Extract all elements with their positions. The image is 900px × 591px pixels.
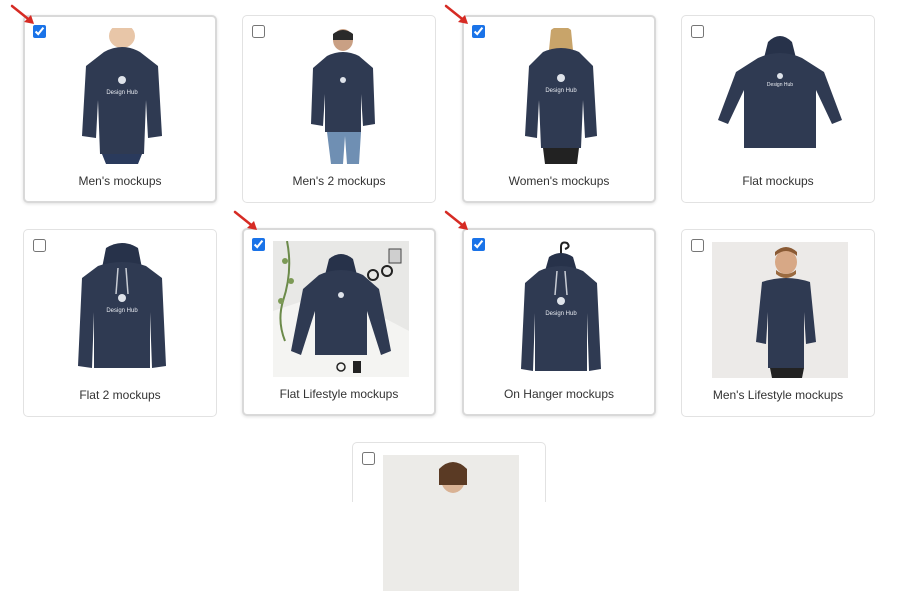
hoodie-model-male-pose-icon bbox=[273, 28, 409, 164]
hoodie-flat-lifestyle-icon bbox=[273, 241, 409, 377]
card-label: Women's mockups bbox=[508, 174, 610, 188]
flat-checkbox[interactable] bbox=[691, 25, 704, 38]
svg-text:Design Hub: Design Hub bbox=[545, 88, 577, 94]
mockup-card-flat-2[interactable]: Design Hub Flat 2 mockups bbox=[23, 229, 217, 417]
hoodie-model-male-icon: Design Hub bbox=[54, 28, 190, 164]
svg-text:Design Hub: Design Hub bbox=[106, 308, 138, 314]
card-label: Flat 2 mockups bbox=[79, 388, 161, 402]
mockup-card-on-hanger[interactable]: Design Hub On Hanger mockups bbox=[462, 228, 656, 416]
partial-checkbox[interactable] bbox=[362, 452, 375, 465]
hoodie-flat-arms-out-icon: Design Hub bbox=[712, 28, 848, 164]
hoodie-model-female-icon: Design Hub bbox=[493, 28, 629, 164]
hoodie-flat-icon: Design Hub bbox=[54, 242, 190, 378]
mockup-card-mens-2[interactable]: Men's 2 mockups bbox=[242, 15, 436, 203]
hoodie-model-partial-icon bbox=[383, 455, 519, 591]
on-hanger-checkbox[interactable] bbox=[472, 238, 485, 251]
hoodie-on-hanger-icon: Design Hub bbox=[493, 241, 629, 377]
flat-lifestyle-checkbox[interactable] bbox=[252, 238, 265, 251]
mockup-card-mens-lifestyle[interactable]: Men's Lifestyle mockups bbox=[681, 229, 875, 417]
flat-2-checkbox[interactable] bbox=[33, 239, 46, 252]
mockup-card-flat[interactable]: Design Hub Flat mockups bbox=[681, 15, 875, 203]
card-label: Men's 2 mockups bbox=[292, 174, 386, 188]
mockup-card-partial[interactable] bbox=[352, 442, 546, 591]
mens-2-checkbox[interactable] bbox=[252, 25, 265, 38]
card-label: Flat mockups bbox=[742, 174, 814, 188]
svg-text:Design Hub: Design Hub bbox=[106, 90, 138, 96]
mockup-card-womens[interactable]: Design Hub Women's mockups bbox=[462, 15, 656, 203]
card-label: On Hanger mockups bbox=[503, 387, 615, 401]
svg-text:Design Hub: Design Hub bbox=[767, 82, 793, 88]
card-label: Men's mockups bbox=[78, 174, 162, 188]
mockup-card-mens[interactable]: Design Hub Men's mockups bbox=[23, 15, 217, 203]
womens-checkbox[interactable] bbox=[472, 25, 485, 38]
card-label: Flat Lifestyle mockups bbox=[279, 387, 399, 401]
mens-lifestyle-checkbox[interactable] bbox=[691, 239, 704, 252]
card-label: Men's Lifestyle mockups bbox=[712, 388, 844, 402]
svg-text:Design Hub: Design Hub bbox=[545, 311, 577, 317]
mockup-card-flat-lifestyle[interactable]: Flat Lifestyle mockups bbox=[242, 228, 436, 416]
hoodie-lifestyle-male-icon bbox=[712, 242, 848, 378]
mens-checkbox[interactable] bbox=[33, 25, 46, 38]
